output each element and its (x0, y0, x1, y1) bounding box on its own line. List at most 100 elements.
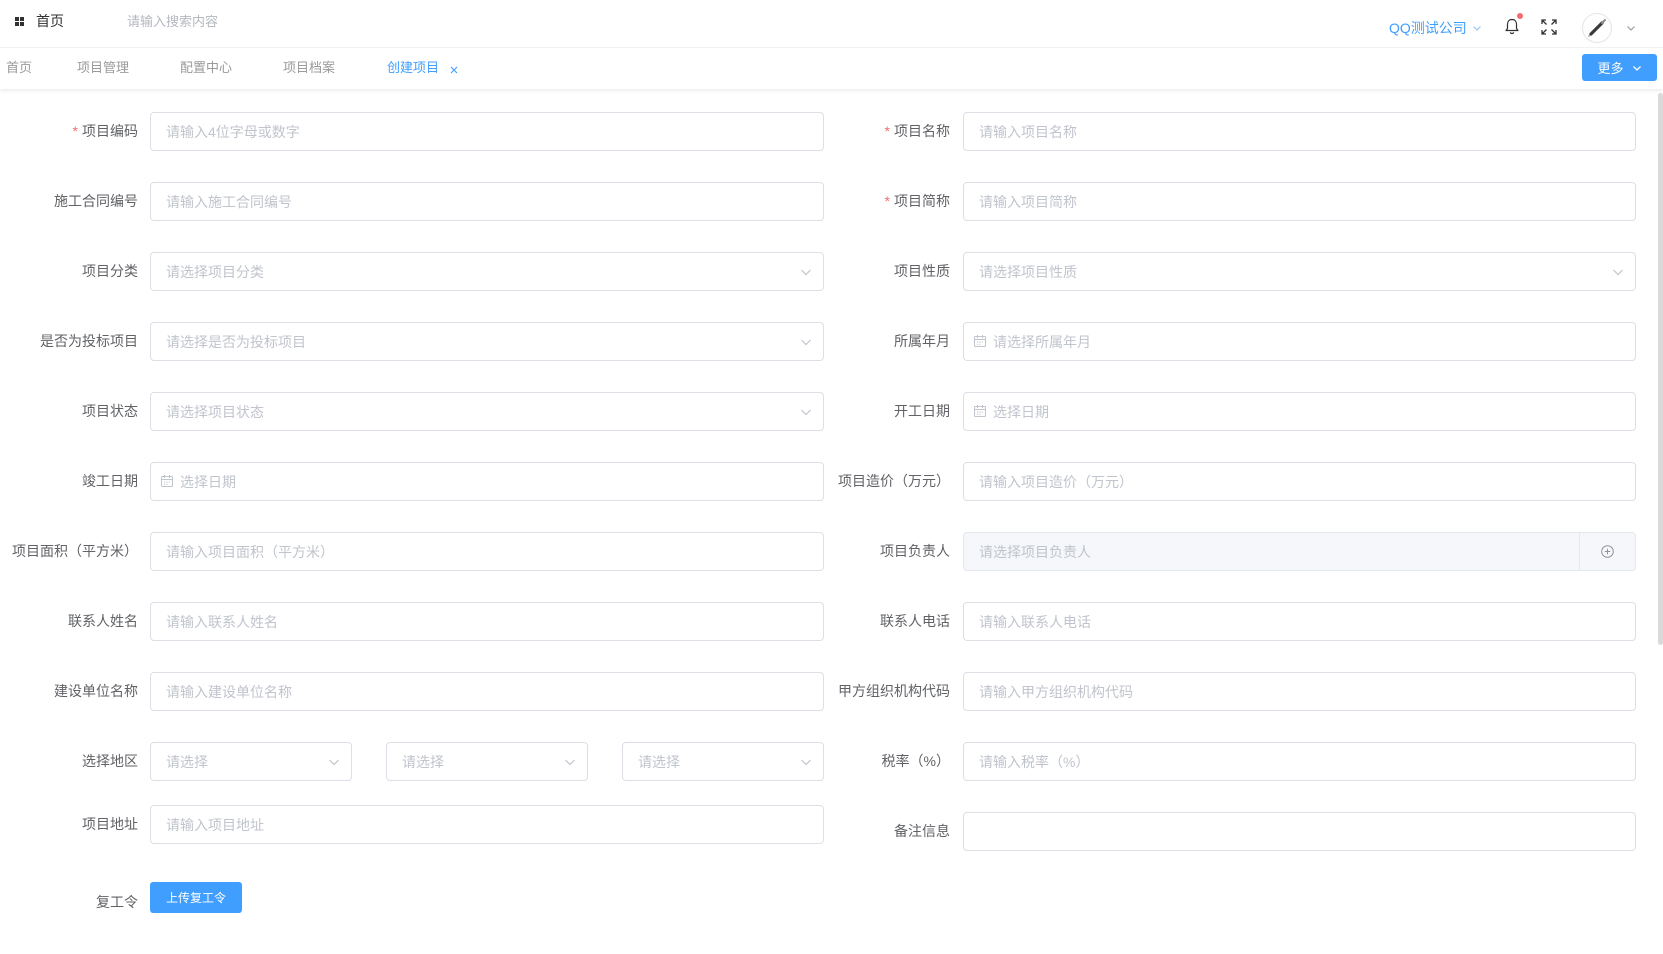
field-builder-name: 建设单位名称 (0, 672, 824, 711)
project-category-select[interactable] (150, 252, 824, 291)
year-month-picker[interactable] (963, 322, 1636, 361)
field-project-address: 项目地址 (0, 805, 824, 844)
tab-config-center[interactable]: 配置中心 (180, 48, 232, 88)
home-label: 首页 (36, 13, 64, 29)
field-label-text: 项目面积（平方米） (12, 543, 138, 559)
field-remarks: 备注信息 (836, 812, 1636, 851)
input-wrapper (963, 672, 1636, 711)
completion-date-picker[interactable] (150, 462, 824, 501)
close-icon[interactable] (450, 66, 458, 74)
district-select[interactable] (622, 742, 824, 781)
is-bid-project-select[interactable] (150, 322, 824, 361)
field-label: 复工令 (0, 882, 138, 913)
project-manager-picker (963, 532, 1636, 571)
bell-icon[interactable] (1504, 18, 1520, 35)
select-wrapper (622, 742, 824, 781)
field-label-text: 联系人姓名 (68, 613, 138, 629)
upload-resume-order-button[interactable]: 上传复工令 (150, 882, 242, 913)
field-label: 开工日期 (836, 392, 950, 431)
tab-project-archive[interactable]: 项目档案 (283, 48, 335, 88)
contract-number-input[interactable] (150, 182, 824, 221)
city-select[interactable] (386, 742, 588, 781)
field-resume-order: 复工令 上传复工令 (0, 882, 242, 913)
tax-rate-input[interactable] (963, 742, 1636, 781)
party-a-org-code-input[interactable] (963, 672, 1636, 711)
project-short-name-input[interactable] (963, 182, 1636, 221)
field-project-name: * 项目名称 (836, 112, 1636, 151)
form-right-column: *项目名称 *项目简称 项目性质 所属年月 开工日期 项目造价（万元） (836, 112, 1636, 882)
field-label: 联系人电话 (836, 602, 950, 641)
field-label: 联系人姓名 (0, 602, 138, 641)
field-label: * 项目名称 (836, 112, 950, 151)
project-name-input[interactable] (963, 112, 1636, 151)
field-label: 税率（%） (836, 742, 950, 781)
field-project-status: 项目状态 (0, 392, 824, 431)
circle-plus-icon (1601, 545, 1614, 558)
avatar[interactable] (1582, 13, 1612, 43)
field-label-text: 选择地区 (82, 753, 138, 769)
field-project-short-name: * 项目简称 (836, 182, 1636, 221)
tab-label: 项目管理 (77, 60, 130, 75)
field-label: 项目状态 (0, 392, 138, 431)
home-link[interactable]: 首页 (15, 11, 64, 31)
tab-label: 项目档案 (283, 60, 336, 75)
company-switcher[interactable]: QQ测试公司 (1389, 18, 1482, 38)
select-wrapper (150, 322, 824, 361)
field-label: 甲方组织机构代码 (836, 672, 950, 711)
project-manager-input[interactable] (964, 533, 1579, 570)
tab-create-project[interactable]: 创建项目 (387, 48, 458, 88)
input-wrapper (963, 812, 1636, 851)
chevron-down-icon (1472, 23, 1482, 33)
grid-icon (15, 16, 24, 26)
tab-home[interactable]: 首页 (6, 48, 32, 88)
chevron-down-icon (1632, 63, 1642, 73)
field-label-text: 项目造价（万元） (838, 473, 950, 489)
select-wrapper (150, 252, 824, 291)
field-contract-number: 施工合同编号 (0, 182, 824, 221)
project-nature-select[interactable] (963, 252, 1636, 291)
field-label-text: 施工合同编号 (54, 193, 138, 209)
field-project-category: 项目分类 (0, 252, 824, 291)
field-project-code: * 项目编码 (0, 112, 824, 151)
select-wrapper (150, 392, 824, 431)
field-label: 项目负责人 (836, 532, 950, 571)
tab-project-management[interactable]: 项目管理 (77, 48, 129, 88)
field-label: 项目分类 (0, 252, 138, 291)
field-label-text: 项目分类 (82, 263, 138, 279)
field-region: 选择地区 (0, 742, 824, 781)
tab-label: 首页 (6, 60, 33, 75)
search-input[interactable] (127, 9, 387, 33)
field-label-text: 建设单位名称 (54, 683, 138, 699)
project-address-input[interactable] (150, 805, 824, 844)
user-menu-chevron-icon[interactable] (1626, 23, 1636, 33)
builder-name-input[interactable] (150, 672, 824, 711)
province-select[interactable] (150, 742, 352, 781)
project-area-input[interactable] (150, 532, 824, 571)
field-label-text: 所属年月 (894, 333, 950, 349)
field-label-text: 联系人电话 (880, 613, 950, 629)
field-completion-date: 竣工日期 (0, 462, 824, 501)
field-is-bid-project: 是否为投标项目 (0, 322, 824, 361)
input-wrapper (150, 672, 824, 711)
tab-bar: 首页 项目管理 配置中心 项目档案 创建项目 更多 (0, 48, 1663, 89)
contact-phone-input[interactable] (963, 602, 1636, 641)
fullscreen-icon[interactable] (1541, 19, 1557, 35)
field-label: 项目地址 (0, 805, 138, 844)
field-label: 备注信息 (836, 812, 950, 851)
field-label-text: 开工日期 (894, 403, 950, 419)
remarks-input[interactable] (963, 812, 1636, 851)
more-button[interactable]: 更多 (1582, 54, 1657, 81)
scrollbar-thumb[interactable] (1658, 93, 1663, 645)
field-label: 施工合同编号 (0, 182, 138, 221)
contact-name-input[interactable] (150, 602, 824, 641)
field-label: 项目造价（万元） (836, 462, 950, 501)
project-code-input[interactable] (150, 112, 824, 151)
field-project-cost: 项目造价（万元） (836, 462, 1636, 501)
project-cost-input[interactable] (963, 462, 1636, 501)
field-label-text: 项目编码 (82, 123, 138, 139)
project-status-select[interactable] (150, 392, 824, 431)
field-label-text: 复工令 (96, 894, 138, 910)
select-manager-button[interactable] (1579, 533, 1635, 570)
field-party-a-org-code: 甲方组织机构代码 (836, 672, 1636, 711)
start-date-picker[interactable] (963, 392, 1636, 431)
